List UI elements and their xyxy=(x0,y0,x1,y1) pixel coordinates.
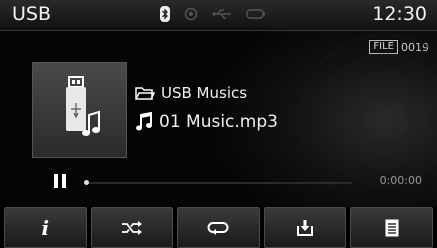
bluetooth-icon xyxy=(160,6,170,22)
repeat-button[interactable] xyxy=(177,207,260,248)
sync-icon xyxy=(184,7,198,21)
background-rings-decoration xyxy=(300,33,437,190)
folder-icon xyxy=(135,87,155,100)
song-title: 01 Music.mp3 xyxy=(159,112,278,132)
control-bar: i xyxy=(0,207,437,248)
shuffle-button[interactable] xyxy=(90,207,174,248)
album-art xyxy=(32,62,127,158)
download-icon xyxy=(297,219,314,236)
clock: 12:30 xyxy=(372,3,427,25)
list-button[interactable] xyxy=(350,207,433,248)
audio-player-screen: USB 12:30 FILE 0019 USB Musics 01 Music.… xyxy=(0,0,437,248)
usb-icon xyxy=(212,9,231,19)
source-label: USB xyxy=(12,3,52,25)
pause-icon[interactable] xyxy=(54,174,66,188)
status-icons xyxy=(160,6,266,22)
info-button[interactable]: i xyxy=(4,207,87,248)
usb-music-icon xyxy=(66,76,100,136)
repeat-icon xyxy=(208,221,229,235)
copy-button[interactable] xyxy=(263,207,347,248)
status-bar: USB 12:30 xyxy=(0,0,437,31)
battery-icon xyxy=(246,9,265,19)
progress-knob[interactable] xyxy=(84,180,89,185)
info-icon: i xyxy=(41,215,50,240)
elapsed-time: 0:00:00 xyxy=(379,174,422,187)
progress-bar[interactable] xyxy=(84,182,352,184)
song-row: 01 Music.mp3 xyxy=(135,112,278,132)
track-info: USB Musics 01 Music.mp3 xyxy=(135,84,278,132)
folder-name: USB Musics xyxy=(161,84,248,102)
music-note-icon xyxy=(136,112,152,131)
folder-row: USB Musics xyxy=(135,84,278,102)
list-icon xyxy=(385,219,399,236)
progress-area: 0:00:00 xyxy=(0,168,437,196)
shuffle-icon xyxy=(121,220,142,235)
